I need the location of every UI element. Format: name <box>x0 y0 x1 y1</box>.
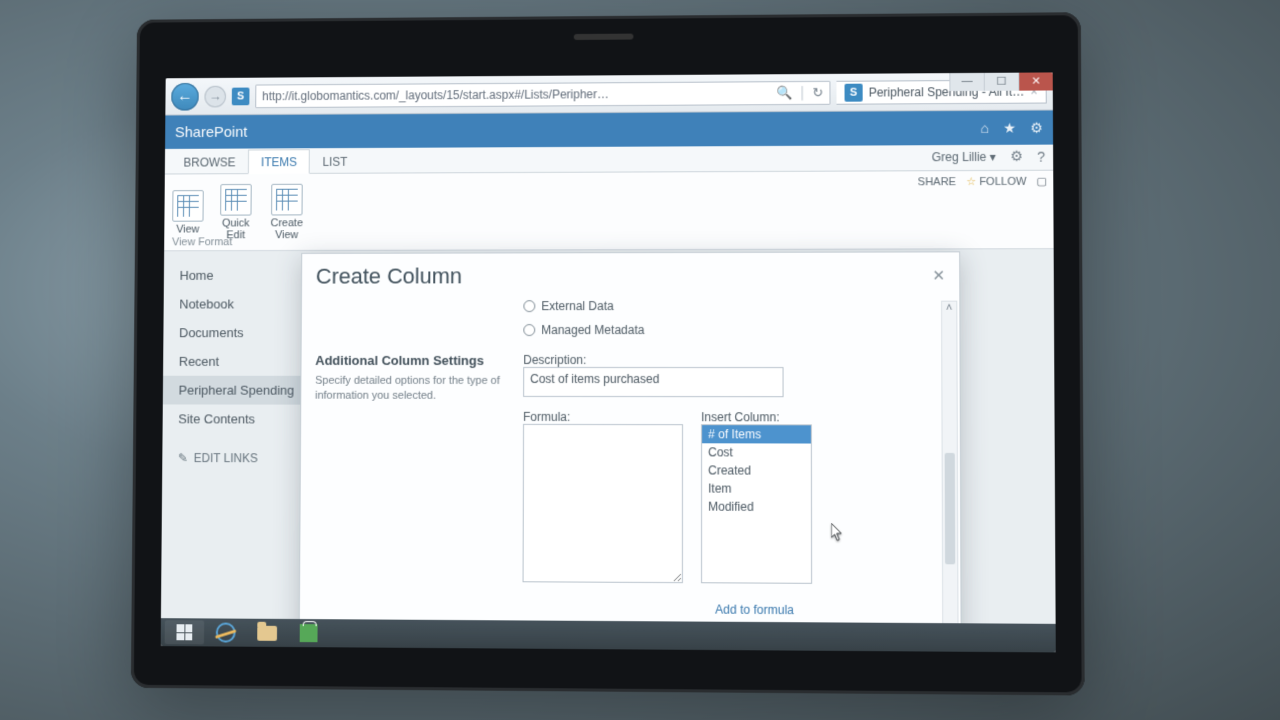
start-button[interactable] <box>165 620 205 644</box>
ql-home[interactable]: Home <box>179 261 320 290</box>
share-button[interactable]: SHARE <box>918 176 956 188</box>
formula-label: Formula: <box>523 410 683 424</box>
insert-column-label: Insert Column: <box>701 410 812 424</box>
ribbon-view-label: View <box>176 223 199 235</box>
section-heading: Additional Column Settings <box>315 353 503 368</box>
suite-gear-icon[interactable]: ⚙ <box>1030 119 1043 136</box>
suite-bar: SharePoint ⌂ ★ ⚙ <box>165 110 1053 148</box>
type-option-external-label: External Data <box>541 299 613 313</box>
search-icon[interactable]: 🔍 <box>777 85 793 101</box>
help-icon[interactable]: ? <box>1037 148 1045 164</box>
sharepoint-favicon: S <box>232 87 250 105</box>
insert-col-item[interactable]: Created <box>702 461 811 479</box>
maximize-button[interactable]: ☐ <box>984 72 1019 90</box>
minimize-button[interactable]: — <box>949 72 983 91</box>
formula-input[interactable] <box>523 424 683 583</box>
ribbon-createview-label: Create View <box>268 217 305 241</box>
ribbon-tab-list[interactable]: LIST <box>310 149 361 174</box>
create-column-dialog: Create Column ✕ Additional Column Settin… <box>299 251 962 652</box>
store-icon <box>300 624 318 642</box>
forward-button[interactable]: → <box>204 85 226 107</box>
ribbon-group-label: View Format <box>172 236 232 248</box>
suite-star-icon[interactable]: ★ <box>1003 119 1016 136</box>
dialog-title: Create Column <box>316 263 462 289</box>
ribbon-tabs: BROWSE ITEMS LIST Greg Lillie ▾ ⚙ ? <box>165 145 1053 175</box>
address-url: http://it.globomantics.com/_layouts/15/s… <box>262 86 770 103</box>
expand-ribbon-icon[interactable]: ▢ <box>1037 175 1048 188</box>
ql-recent[interactable]: Recent <box>179 347 321 376</box>
section-help: Specify detailed options for the type of… <box>315 374 503 404</box>
product-name: SharePoint <box>175 123 248 140</box>
type-option-managed[interactable]: Managed Metadata <box>523 323 945 337</box>
suite-home-icon[interactable]: ⌂ <box>980 119 989 136</box>
insert-col-item[interactable]: Modified <box>702 498 811 517</box>
grid-icon <box>271 183 303 215</box>
ribbon-body: View Quick Edit Create View View Format … <box>164 171 1053 252</box>
site-gear-icon[interactable]: ⚙ <box>1010 148 1023 165</box>
ribbon-view-button[interactable]: View <box>172 190 204 235</box>
edit-links[interactable]: ✎ EDIT LINKS <box>178 451 320 465</box>
folder-icon <box>257 625 277 640</box>
edit-links-label: EDIT LINKS <box>194 451 258 465</box>
address-bar[interactable]: http://it.globomantics.com/_layouts/15/s… <box>255 80 830 107</box>
grid-icon <box>220 183 252 215</box>
type-option-managed-label: Managed Metadata <box>541 323 644 337</box>
user-menu[interactable]: Greg Lillie ▾ <box>932 149 996 163</box>
ribbon-createview-button[interactable]: Create View <box>268 183 306 240</box>
scroll-up-icon[interactable]: ˄ <box>942 302 956 318</box>
ql-site-contents[interactable]: Site Contents <box>178 404 320 433</box>
star-icon: ☆ <box>966 176 976 188</box>
insert-col-item[interactable]: Cost <box>702 443 811 461</box>
ribbon-tab-browse[interactable]: BROWSE <box>171 150 249 175</box>
add-to-formula-link[interactable]: Add to formula <box>522 601 793 617</box>
dialog-scrollbar[interactable]: ˄ ˅ <box>941 301 959 653</box>
refresh-icon[interactable]: ↻ <box>812 84 823 100</box>
ql-notebook[interactable]: Notebook <box>179 290 320 319</box>
ribbon-quickedit-button[interactable]: Quick Edit <box>219 183 253 240</box>
back-button[interactable]: ← <box>171 82 199 110</box>
ribbon-tab-items[interactable]: ITEMS <box>248 149 310 174</box>
window-controls: — ☐ ✕ <box>949 72 1052 91</box>
quick-launch: Home Notebook Documents Recent Periphera… <box>161 251 321 619</box>
pencil-icon: ✎ <box>178 451 188 465</box>
window-close-button[interactable]: ✕ <box>1018 72 1053 90</box>
ql-peripheral-spending[interactable]: Peripheral Spending <box>163 376 320 405</box>
insert-col-item[interactable]: # of Items <box>702 425 811 443</box>
description-label: Description: <box>523 353 945 367</box>
taskbar-ie[interactable] <box>206 620 246 644</box>
dialog-close-icon[interactable]: ✕ <box>932 266 945 284</box>
description-input[interactable] <box>523 367 783 397</box>
windows-icon <box>176 624 192 640</box>
radio-icon <box>523 300 535 312</box>
taskbar-store[interactable] <box>289 621 329 645</box>
taskbar <box>161 618 1056 652</box>
ie-icon <box>216 622 236 642</box>
grid-icon <box>172 190 204 222</box>
follow-button[interactable]: ☆ ☆ FOLLOWFOLLOW <box>966 175 1026 188</box>
taskbar-explorer[interactable] <box>247 621 287 645</box>
type-option-external[interactable]: External Data <box>523 299 945 313</box>
ql-documents[interactable]: Documents <box>179 318 321 347</box>
insert-col-item[interactable]: Item <box>702 479 811 497</box>
tab-favicon: S <box>844 83 862 101</box>
radio-icon <box>523 324 535 336</box>
insert-column-list[interactable]: # of Items Cost Created Item Modified <box>701 424 812 584</box>
scroll-thumb[interactable] <box>945 453 956 564</box>
browser-chrome: ← → S http://it.globomantics.com/_layout… <box>165 72 1053 115</box>
